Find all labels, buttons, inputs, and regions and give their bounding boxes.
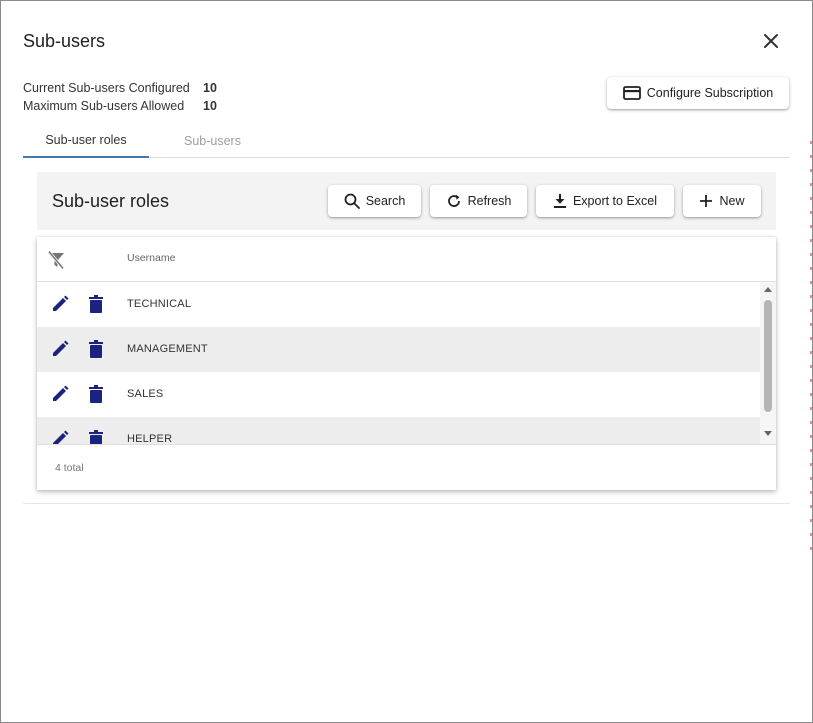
refresh-icon: [446, 193, 462, 209]
grid-body: TECHNICAL MANAGEMENT SALES HELPER: [37, 282, 776, 444]
close-button[interactable]: [759, 29, 783, 53]
plus-icon: [699, 194, 713, 208]
close-icon: [763, 33, 779, 49]
tab-bar: Sub-user roles Sub-users: [23, 123, 790, 158]
credit-card-icon: [622, 86, 641, 100]
row-username: HELPER: [127, 433, 173, 444]
search-button-label: Search: [365, 194, 406, 208]
max-row: Maximum Sub-users Allowed 10: [23, 97, 217, 115]
column-header-username[interactable]: Username: [127, 252, 175, 264]
download-icon: [553, 193, 567, 209]
edge-decoration: [810, 141, 812, 561]
roles-toolbar: Sub-user roles Search Refresh Export to …: [37, 172, 776, 230]
filter-off-icon: [46, 250, 66, 270]
export-button-label: Export to Excel: [572, 194, 658, 208]
sub-users-dialog: Sub-users Current Sub-users Configured 1…: [0, 0, 813, 723]
roles-grid: Username TECHNICAL MANAGEMENT SALES HELP…: [37, 237, 776, 490]
configured-label: Current Sub-users Configured: [23, 81, 190, 95]
grid-header: Username: [37, 237, 776, 282]
grid-footer: 4 total: [37, 444, 776, 490]
panel-divider: [23, 503, 790, 504]
tab-sub-users[interactable]: Sub-users: [165, 123, 260, 158]
edit-button[interactable]: [50, 294, 72, 316]
configure-subscription-button[interactable]: Configure Subscription: [607, 77, 789, 109]
new-button[interactable]: New: [683, 185, 761, 217]
search-button[interactable]: Search: [328, 185, 421, 217]
dialog-title: Sub-users: [23, 31, 106, 51]
delete-button[interactable]: [86, 339, 108, 361]
table-row: MANAGEMENT: [37, 327, 760, 372]
trash-icon: [86, 384, 108, 404]
edit-button[interactable]: [50, 339, 72, 361]
table-row: TECHNICAL: [37, 282, 760, 327]
table-row: SALES: [37, 372, 760, 417]
grid-scrollbar[interactable]: [760, 282, 776, 444]
clear-filter-button[interactable]: [46, 250, 66, 270]
pencil-icon: [50, 384, 72, 404]
delete-button[interactable]: [86, 429, 108, 444]
refresh-button-label: Refresh: [467, 194, 512, 208]
row-username: TECHNICAL: [127, 298, 192, 310]
pencil-icon: [50, 429, 72, 444]
edit-button[interactable]: [50, 384, 72, 406]
table-row: HELPER: [37, 417, 760, 444]
pencil-icon: [50, 294, 72, 314]
configure-subscription-label: Configure Subscription: [646, 86, 774, 100]
toolbar-title: Sub-user roles: [52, 191, 170, 211]
export-excel-button[interactable]: Export to Excel: [536, 185, 674, 217]
delete-button[interactable]: [86, 294, 108, 316]
total-count: 4 total: [55, 462, 84, 474]
trash-icon: [86, 429, 108, 444]
scroll-down-arrow-icon[interactable]: [764, 431, 772, 436]
row-username: SALES: [127, 388, 164, 400]
scroll-up-arrow-icon[interactable]: [764, 287, 772, 292]
scrollbar-thumb[interactable]: [764, 300, 772, 412]
trash-icon: [86, 294, 108, 314]
pencil-icon: [50, 339, 72, 359]
subuser-summary: Current Sub-users Configured 10 Maximum …: [23, 79, 217, 115]
trash-icon: [86, 339, 108, 359]
configured-value: 10: [203, 81, 217, 95]
max-label: Maximum Sub-users Allowed: [23, 99, 185, 113]
new-button-label: New: [719, 194, 745, 208]
edit-button[interactable]: [50, 429, 72, 444]
search-icon: [344, 193, 360, 209]
tab-sub-user-roles[interactable]: Sub-user roles: [23, 123, 149, 158]
max-value: 10: [203, 99, 217, 113]
row-username: MANAGEMENT: [127, 343, 208, 355]
configured-row: Current Sub-users Configured 10: [23, 79, 217, 97]
refresh-button[interactable]: Refresh: [430, 185, 527, 217]
delete-button[interactable]: [86, 384, 108, 406]
